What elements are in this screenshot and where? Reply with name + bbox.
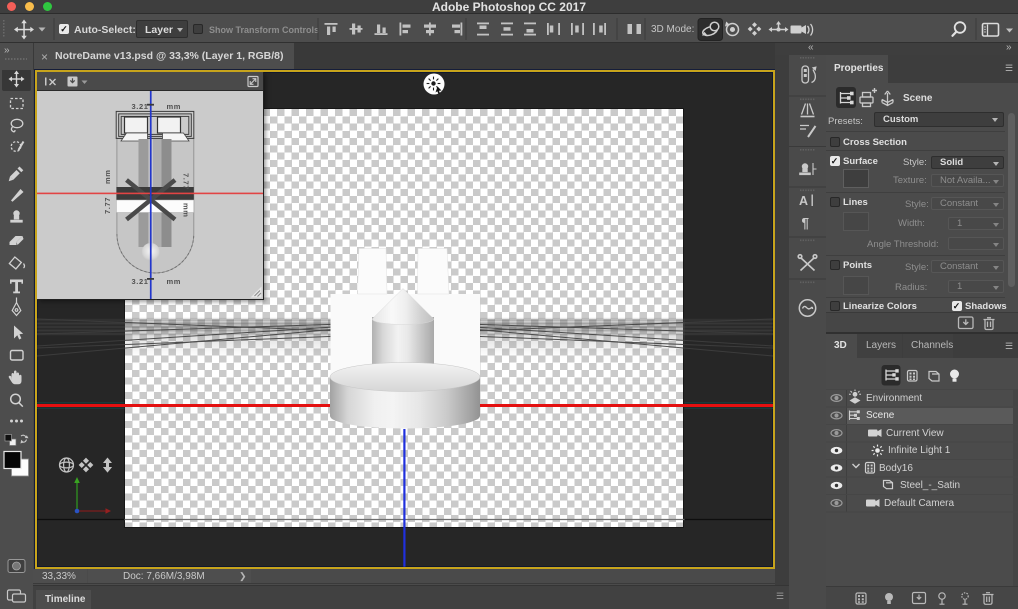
svg-text:mm: mm <box>181 203 190 218</box>
svg-text:mm: mm <box>166 277 181 286</box>
svg-text:mm: mm <box>103 169 112 184</box>
svg-text:7.77: 7.77 <box>103 197 112 214</box>
svg-text:3.21: 3.21 <box>131 102 148 111</box>
svg-text:A: A <box>799 194 808 208</box>
svg-text:mm: mm <box>166 102 181 111</box>
svg-text:7.77: 7.77 <box>181 173 190 190</box>
svg-text:3.21: 3.21 <box>131 277 148 286</box>
svg-text:¶: ¶ <box>802 216 810 231</box>
